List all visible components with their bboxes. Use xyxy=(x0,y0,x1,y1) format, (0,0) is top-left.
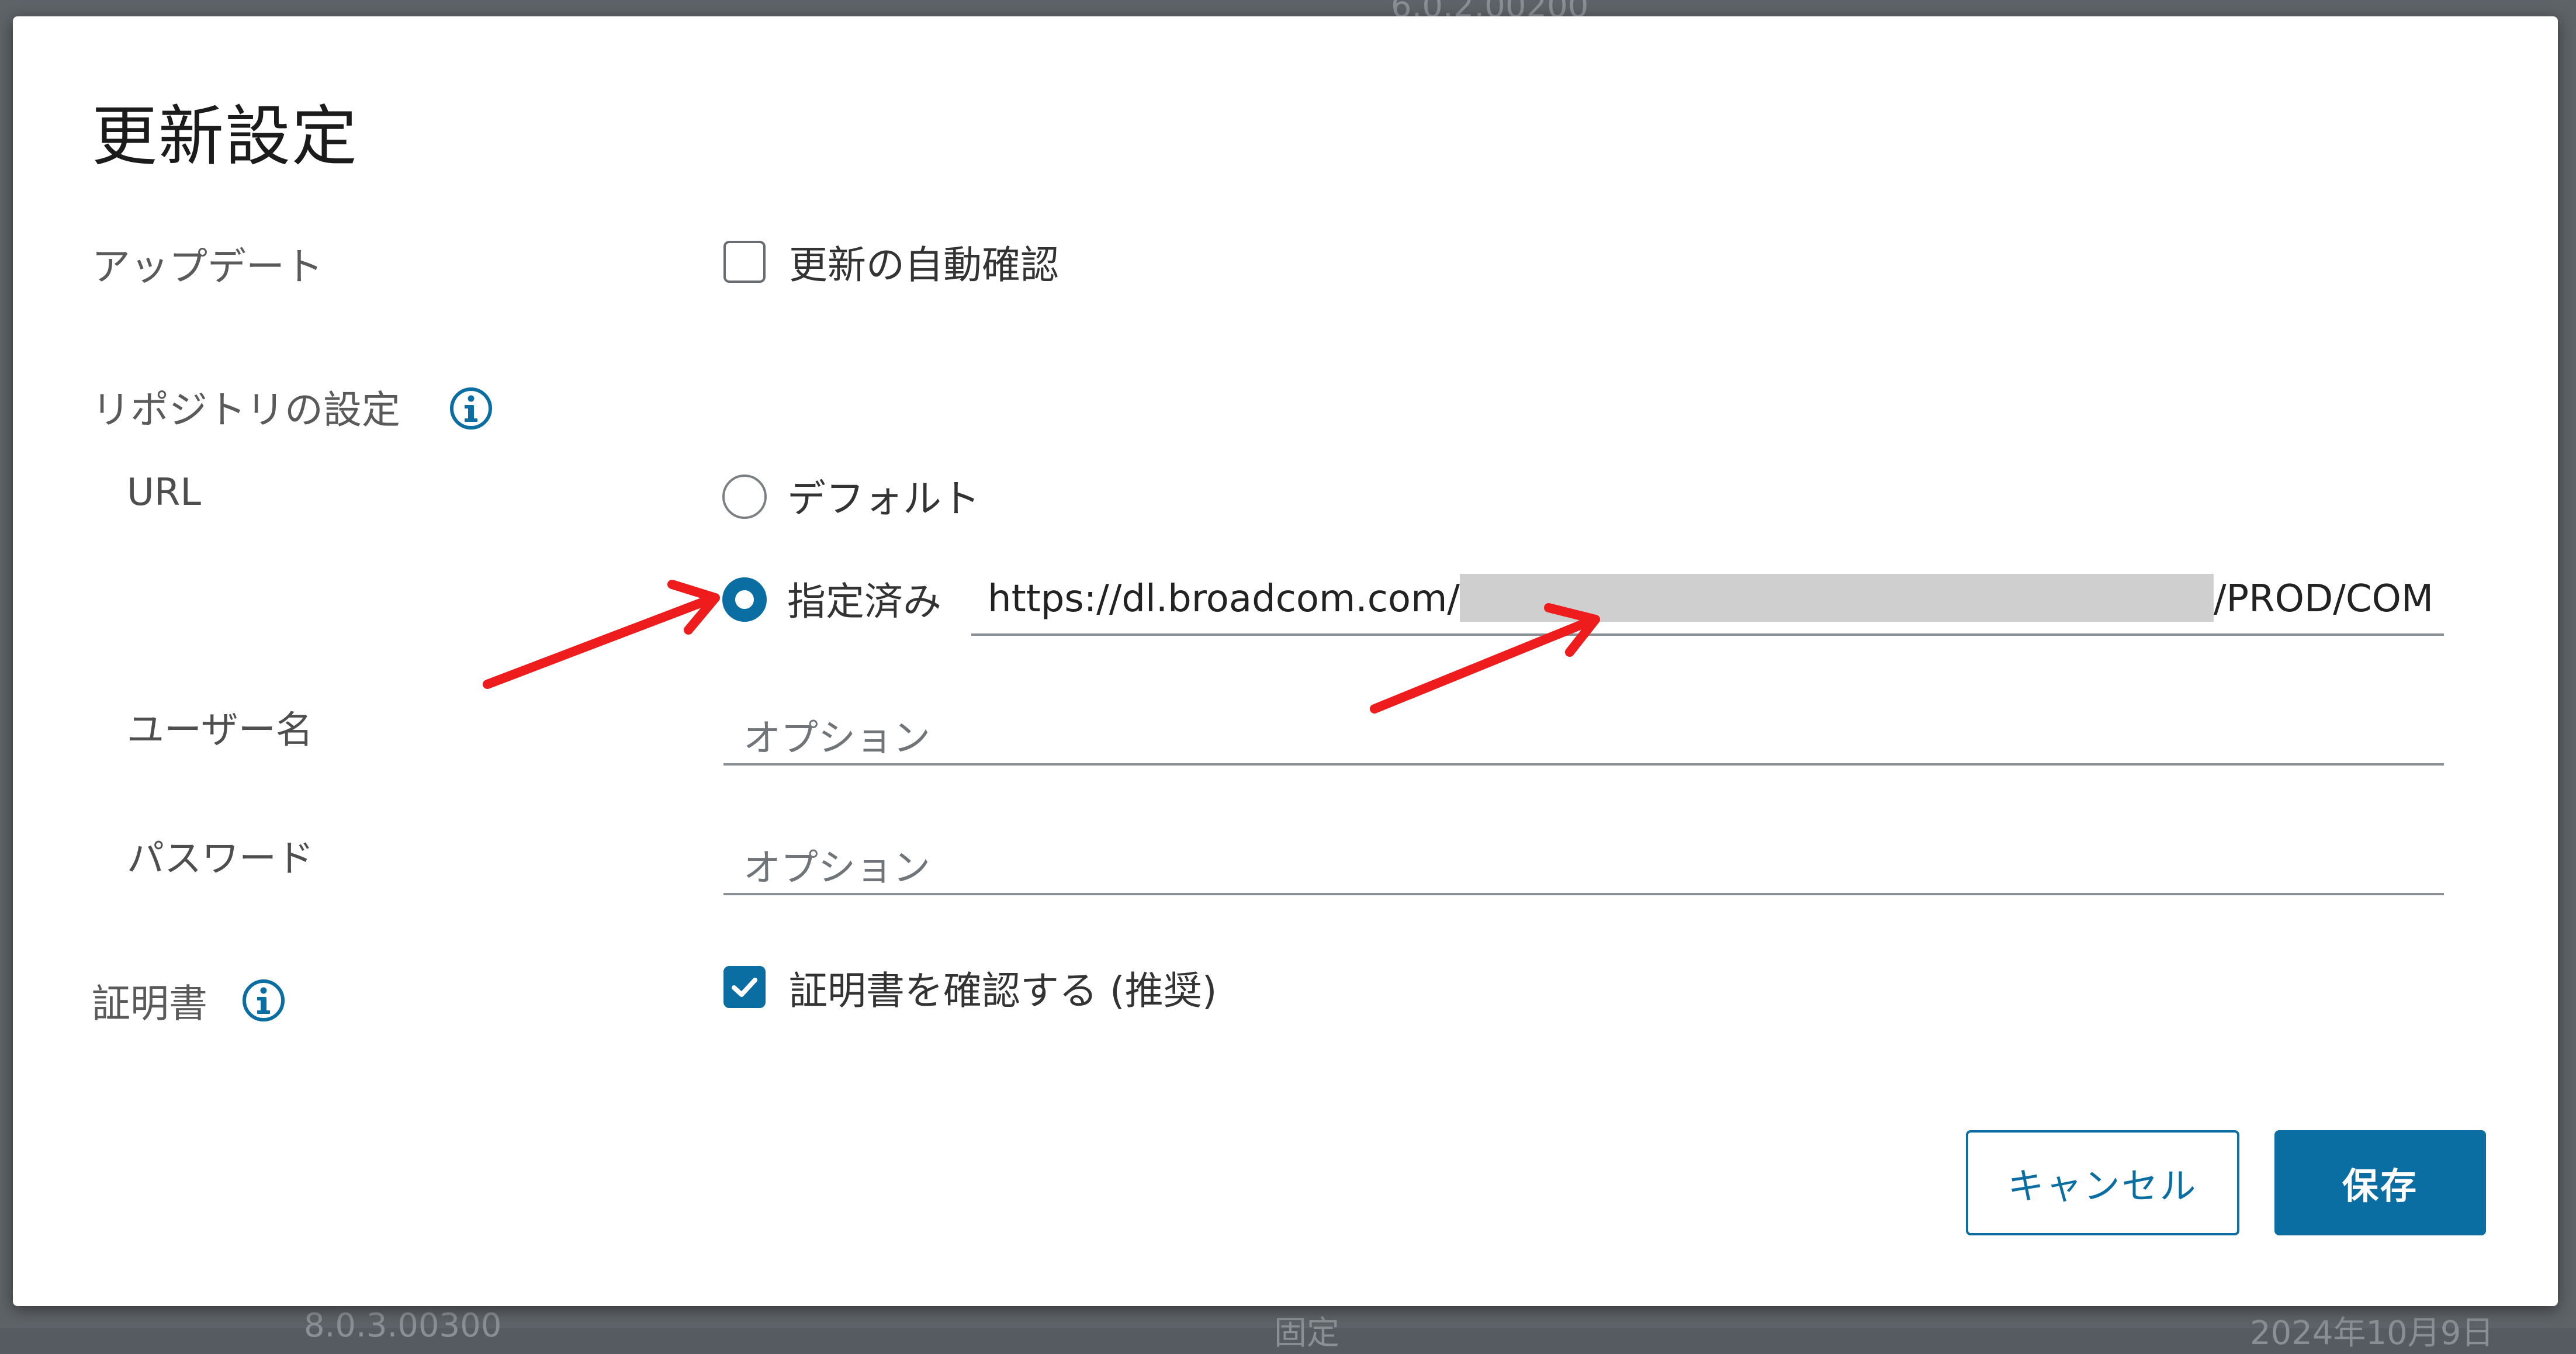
update-label: アップデート xyxy=(92,244,323,289)
password-label: パスワード xyxy=(127,837,314,881)
password-input[interactable]: オプション xyxy=(723,825,2444,895)
repository-info-icon[interactable] xyxy=(448,386,494,431)
username-placeholder: オプション xyxy=(743,717,930,760)
repository-settings-label: リポジトリの設定 xyxy=(92,387,400,432)
certificate-label: 証明書 xyxy=(92,981,207,1026)
url-prefix-text: https://dl.broadcom.com/ xyxy=(988,577,1460,621)
username-input[interactable]: オプション xyxy=(723,695,2444,766)
radio-default[interactable] xyxy=(722,475,767,519)
redacted-block xyxy=(1459,574,2214,622)
cancel-button[interactable]: キャンセル xyxy=(1966,1130,2239,1235)
background-version-text-bottom: 8.0.3.00300 xyxy=(304,1307,502,1345)
auto-check-checkbox[interactable] xyxy=(723,241,766,283)
save-button[interactable]: 保存 xyxy=(2274,1130,2486,1235)
update-settings-dialog: 更新設定 アップデート 更新の自動確認 リポジトリの設定 URL デフォルト 指… xyxy=(13,16,2558,1306)
dialog-title: 更新設定 xyxy=(92,99,358,175)
url-suffix-text: /PROD/COM xyxy=(2213,577,2434,621)
verify-certificate-label[interactable]: 証明書を確認する (推奨) xyxy=(789,960,1217,1016)
background-date-text: 2024年10月9日 xyxy=(2250,1314,2494,1352)
radio-specified[interactable] xyxy=(722,577,767,622)
verify-certificate-checkbox[interactable] xyxy=(723,966,766,1008)
auto-check-label[interactable]: 更新の自動確認 xyxy=(789,234,1059,290)
certificate-info-icon[interactable] xyxy=(241,978,286,1023)
password-placeholder: オプション xyxy=(743,847,930,890)
url-label: URL xyxy=(127,471,201,514)
radio-default-label[interactable]: デフォルト xyxy=(787,468,980,524)
radio-specified-label[interactable]: 指定済み xyxy=(787,570,941,626)
background-status-text: 固定 xyxy=(1274,1314,1339,1352)
username-label: ユーザー名 xyxy=(127,709,313,752)
check-icon xyxy=(732,978,757,997)
repository-url-input[interactable]: https://dl.broadcom.com/ /PROD/COM xyxy=(971,566,2444,636)
